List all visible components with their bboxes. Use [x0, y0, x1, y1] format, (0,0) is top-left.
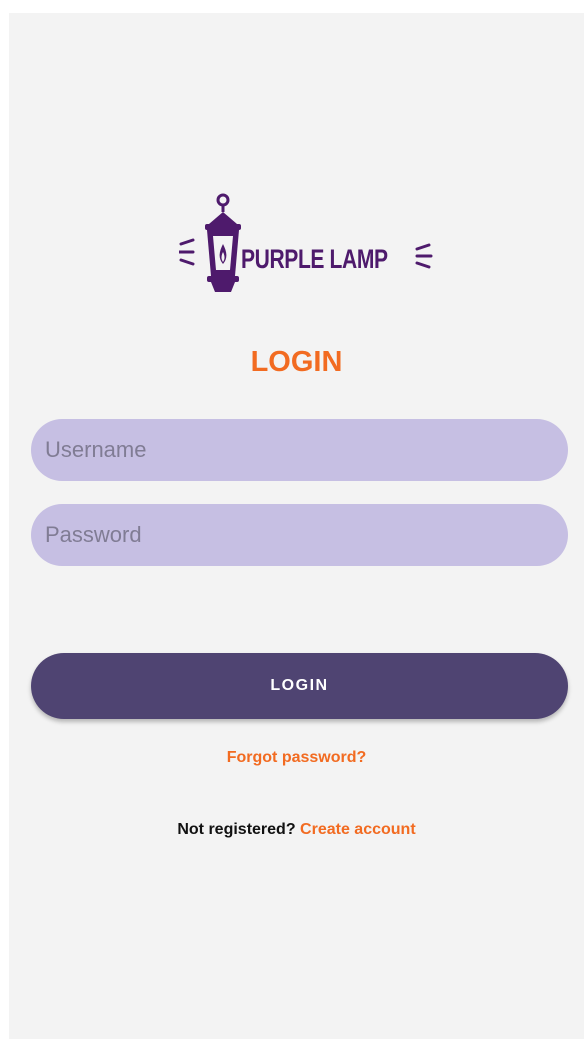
register-prompt: Not registered? [177, 821, 296, 838]
register-row: Not registered? Create account [9, 819, 584, 841]
login-screen: PURPLE LAMP LOGIN LOGIN Forgot password?… [9, 13, 584, 1039]
password-field[interactable] [31, 504, 568, 566]
forgot-password-link[interactable]: Forgot password? [9, 747, 584, 769]
brand-name: PURPLE LAMP [241, 244, 388, 274]
login-button[interactable]: LOGIN [31, 653, 568, 719]
brand-logo: PURPLE LAMP [179, 192, 437, 296]
password-input[interactable] [31, 504, 568, 566]
create-account-link[interactable]: Create account [300, 821, 416, 838]
username-input[interactable] [31, 419, 568, 481]
page-title: LOGIN [250, 346, 343, 378]
right-rays-icon [415, 243, 433, 269]
username-field[interactable] [31, 419, 568, 481]
lantern-icon [179, 193, 241, 292]
